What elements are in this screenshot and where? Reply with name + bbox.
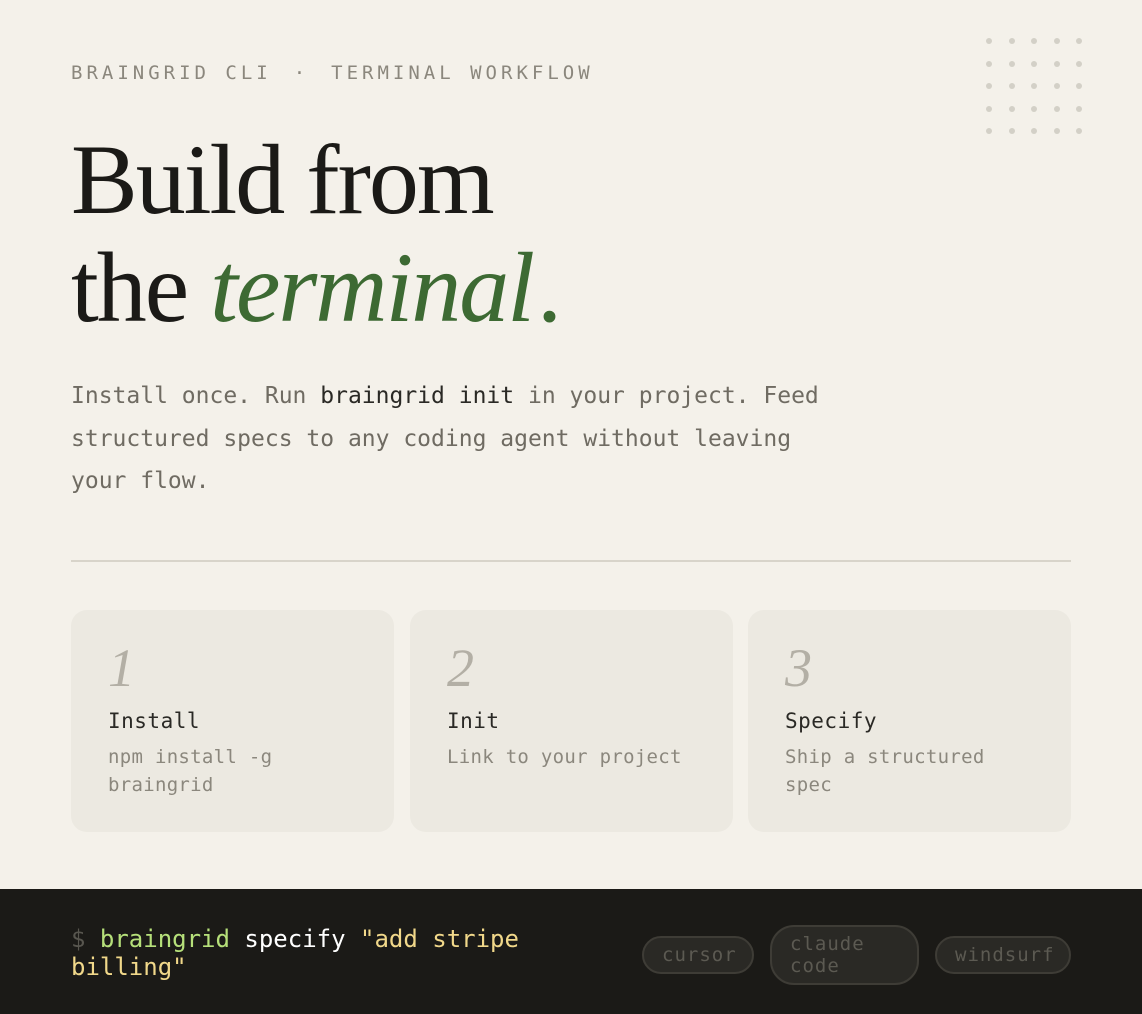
- agent-pill-label: cursor: [662, 944, 737, 966]
- command-subcommand: specify: [244, 925, 346, 953]
- step-title: Specify: [785, 709, 878, 733]
- step-title: Init: [447, 709, 500, 733]
- step-description: npm install -g braingrid: [108, 746, 273, 796]
- divider: [71, 560, 1071, 562]
- step-card-init: 2 Init Link to your project: [410, 610, 733, 832]
- step-card-install: 1 Install npm install -g braingrid: [71, 610, 394, 832]
- agent-pill-label: claude code: [790, 933, 865, 977]
- step-number: 3: [785, 638, 812, 698]
- step-card-specify: 3 Specify Ship a structured spec: [748, 610, 1071, 832]
- step-description: Ship a structured spec: [785, 746, 985, 796]
- lede-command: braingrid init: [320, 383, 515, 409]
- agent-pill-claude-code: claude code: [770, 925, 919, 985]
- lede-text-1: Install once. Run: [71, 383, 321, 409]
- step-number: 1: [108, 638, 135, 698]
- page-title: Build from the terminal.: [71, 124, 562, 343]
- eyebrow: BRAINGRID CLI · TERMINAL WORKFLOW: [71, 62, 594, 84]
- step-description: Link to your project: [447, 746, 682, 768]
- lede-paragraph: Install once. Run braingrid init in your…: [71, 375, 851, 503]
- eyebrow-product: BRAINGRID CLI: [71, 62, 272, 84]
- headline-line-2-plain: the: [71, 232, 189, 343]
- agent-pill-windsurf: windsurf: [935, 936, 1071, 974]
- command-binary: braingrid: [99, 925, 230, 953]
- headline-accent: terminal: [210, 232, 535, 343]
- dot-grid-decoration: [986, 38, 1082, 134]
- terminal-bar: $ braingrid specify "add stripe billing"…: [0, 889, 1142, 1014]
- step-number: 2: [447, 638, 474, 698]
- prompt-symbol: $: [71, 925, 86, 953]
- headline-period: .: [537, 232, 562, 343]
- step-title: Install: [108, 709, 201, 733]
- agent-pill-label: windsurf: [955, 944, 1055, 966]
- eyebrow-separator: ·: [293, 62, 310, 84]
- agent-pill-cursor: cursor: [642, 936, 754, 974]
- terminal-command: $ braingrid specify "add stripe billing": [71, 925, 591, 981]
- headline-line-1: Build from: [71, 124, 495, 235]
- eyebrow-section: TERMINAL WORKFLOW: [331, 62, 594, 84]
